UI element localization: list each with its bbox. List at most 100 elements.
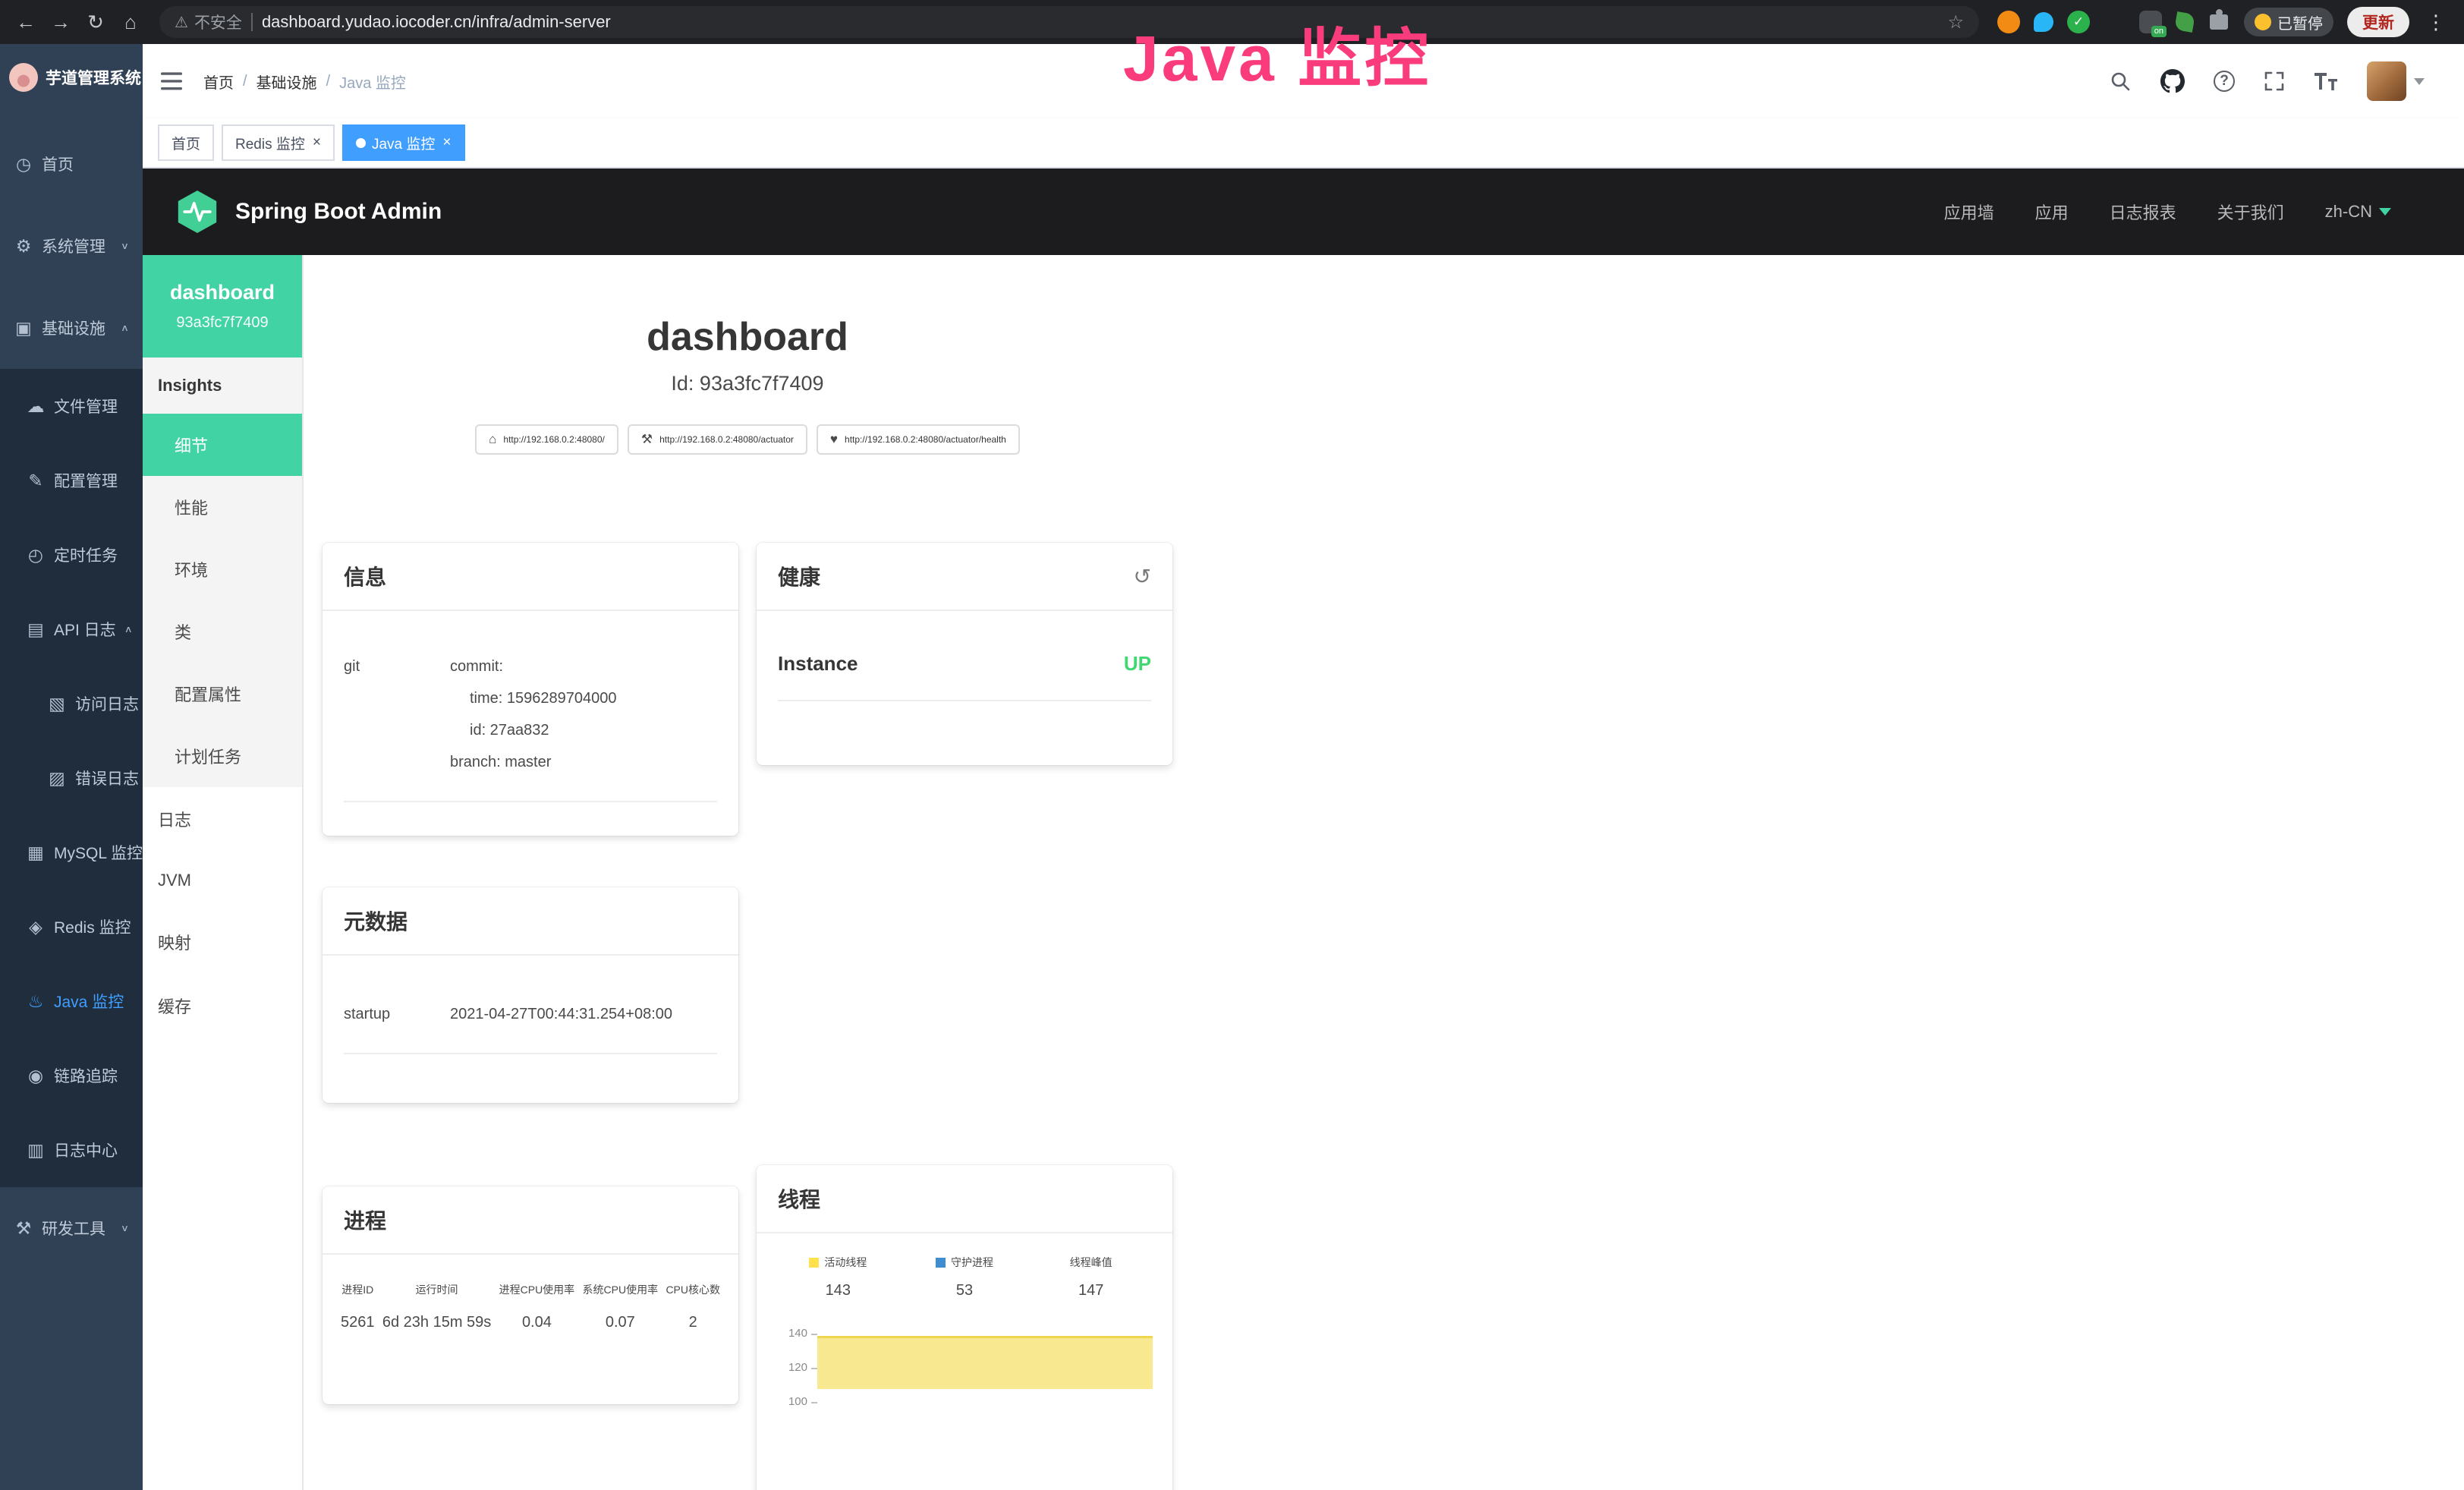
- chevron-down-icon: ∨: [121, 1223, 129, 1233]
- reload-icon[interactable]: ↻: [80, 7, 111, 37]
- admin-sidebar: 芋道管理系统 ◷ 首页 ⚙ 系统管理 ∨ ▣ 基础设施 ∧ ☁ 文件管理: [0, 44, 143, 1490]
- forward-icon[interactable]: →: [46, 7, 76, 37]
- sidebar-item-system[interactable]: ⚙ 系统管理 ∨: [0, 205, 143, 287]
- logo-avatar: [9, 63, 38, 92]
- sba-sidebar-item-metrics[interactable]: 性能: [143, 476, 302, 538]
- instance-title: dashboard: [323, 314, 1172, 360]
- sba-navbar: Spring Boot Admin 应用墙 应用 日志报表 关于我们 zh-CN: [143, 169, 2464, 255]
- breadcrumb-current: Java 监控: [339, 71, 406, 93]
- extension-icon[interactable]: [2174, 11, 2195, 33]
- security-chip[interactable]: ⚠ 不安全: [175, 11, 242, 33]
- card-title: 线程: [778, 1183, 820, 1214]
- breadcrumb-home[interactable]: 首页: [203, 71, 234, 93]
- trace-icon: ◉: [26, 1066, 46, 1086]
- user-menu[interactable]: [2367, 61, 2425, 101]
- address-bar[interactable]: ⚠ 不安全 dashboard.yudao.iocoder.cn/infra/a…: [159, 6, 1979, 38]
- sba-sidebar-item-logs[interactable]: 日志: [143, 787, 302, 851]
- paused-extension-pill[interactable]: 已暂停: [2244, 8, 2333, 36]
- metadata-card: 元数据 startup 2021-04-27T00:44:31.254+08:0…: [323, 887, 738, 1103]
- health-card: 健康 ↺ Instance UP: [757, 543, 1172, 765]
- sba-sidebar-item-scheduled-tasks[interactable]: 计划任务: [143, 725, 302, 787]
- sidebar-item-log-center[interactable]: ▥ 日志中心: [0, 1113, 143, 1187]
- stat-header: 系统CPU使用率: [583, 1282, 659, 1297]
- back-icon[interactable]: ←: [11, 7, 41, 37]
- instance-health-link[interactable]: ♥ http://192.168.0.2:48080/actuator/heal…: [817, 424, 1020, 455]
- instance-actuator-link[interactable]: ⚒ http://192.168.0.2:48080/actuator: [628, 424, 807, 455]
- threads-legend: 活动线程 143 守护进程: [775, 1233, 1154, 1299]
- help-icon[interactable]: ?: [2214, 71, 2235, 92]
- sidebar-item-config-management[interactable]: ✎ 配置管理: [0, 443, 143, 518]
- sidebar-item-redis-monitor[interactable]: ◈ Redis 监控: [0, 890, 143, 964]
- instance-header[interactable]: dashboard 93a3fc7f7409: [143, 255, 302, 358]
- sidebar-item-tracing[interactable]: ◉ 链路追踪: [0, 1038, 143, 1113]
- chevron-down-icon: [2414, 78, 2425, 85]
- sba-sidebar-item-configprops[interactable]: 配置属性: [143, 663, 302, 725]
- main-area: 首页 / 基础设施 / Java 监控 ?: [143, 44, 2464, 1490]
- sidebar-item-devtools[interactable]: ⚒ 研发工具 ∨: [0, 1187, 143, 1269]
- app-logo[interactable]: 芋道管理系统: [0, 44, 143, 111]
- sidebar-item-java-monitor[interactable]: ♨ Java 监控: [0, 964, 143, 1038]
- card-title: 信息: [344, 561, 386, 591]
- tools-icon: ⚒: [14, 1218, 33, 1239]
- extension-icon[interactable]: on: [2139, 11, 2162, 33]
- app-layout: 芋道管理系统 ◷ 首页 ⚙ 系统管理 ∨ ▣ 基础设施 ∧ ☁ 文件管理: [0, 44, 2464, 1490]
- bookmark-star-icon[interactable]: ☆: [1947, 11, 1964, 33]
- browser-home-icon[interactable]: ⌂: [115, 7, 146, 37]
- extensions-puzzle-icon[interactable]: [2208, 11, 2230, 33]
- sba-sidebar-item-classes[interactable]: 类: [143, 600, 302, 663]
- sba-sidebar-item-environment[interactable]: 环境: [143, 538, 302, 600]
- tab-java-monitor[interactable]: Java 监控 ×: [342, 124, 465, 161]
- sidebar-item-error-logs[interactable]: ▨ 错误日志: [0, 741, 143, 815]
- font-size-icon[interactable]: [2314, 71, 2338, 91]
- sba-nav-applications[interactable]: 应用: [2035, 200, 2069, 224]
- sba-sidebar-item-caches[interactable]: 缓存: [143, 974, 302, 1038]
- locale-selector[interactable]: zh-CN: [2325, 202, 2391, 222]
- sidebar-item-label: 配置管理: [54, 469, 118, 492]
- legend-value: 147: [1027, 1282, 1154, 1299]
- breadcrumb-infra[interactable]: 基础设施: [256, 71, 317, 93]
- legend-live-threads: 活动线程 143: [775, 1255, 902, 1299]
- sidebar-item-access-logs[interactable]: ▧ 访问日志: [0, 666, 143, 741]
- extension-icon[interactable]: [1997, 11, 2020, 33]
- sba-sidebar-item-jvm[interactable]: JVM: [143, 851, 302, 910]
- history-icon[interactable]: ↺: [1134, 564, 1151, 589]
- error-log-icon: ▨: [47, 768, 67, 789]
- close-icon[interactable]: ×: [313, 134, 321, 151]
- extension-icon[interactable]: [2034, 12, 2053, 32]
- sidebar-item-api-logs[interactable]: ▤ API 日志 ∧: [0, 592, 143, 666]
- sidebar-item-infra[interactable]: ▣ 基础设施 ∧: [0, 287, 143, 369]
- search-icon[interactable]: [2109, 70, 2132, 93]
- sba-nav-about[interactable]: 关于我们: [2217, 200, 2284, 224]
- stat-header: CPU核心数: [666, 1282, 720, 1297]
- tags-view: 首页 Redis 监控 × Java 监控 ×: [143, 118, 2464, 169]
- sba-sidebar-item-details[interactable]: 细节: [143, 414, 302, 476]
- sba-nav-wallboard[interactable]: 应用墙: [1944, 200, 1994, 224]
- tab-label: 首页: [172, 133, 200, 153]
- tab-redis-monitor[interactable]: Redis 监控 ×: [222, 124, 335, 161]
- instance-home-link[interactable]: ⌂ http://192.168.0.2:48080/: [475, 424, 618, 455]
- sba-content: dashboard Id: 93a3fc7f7409 ⌂ http://192.…: [304, 255, 2464, 1490]
- hamburger-icon[interactable]: [161, 72, 182, 90]
- chrome-menu-icon[interactable]: ⋮: [2423, 11, 2449, 34]
- extension-icon[interactable]: ✓: [2067, 11, 2090, 33]
- spring-boot-admin-logo-icon[interactable]: [176, 188, 219, 235]
- extension-icon[interactable]: [2104, 11, 2126, 33]
- sidebar-item-mysql-monitor[interactable]: ▦ MySQL 监控: [0, 815, 143, 890]
- info-line: commit:: [450, 650, 617, 682]
- sidebar-item-file-management[interactable]: ☁ 文件管理: [0, 369, 143, 443]
- sidebar-item-home[interactable]: ◷ 首页: [0, 123, 143, 205]
- github-icon[interactable]: [2160, 69, 2185, 93]
- stat-system-cpu: 系统CPU使用率 0.07: [583, 1282, 659, 1331]
- tab-home[interactable]: 首页: [158, 124, 214, 161]
- sba-nav-journal[interactable]: 日志报表: [2110, 200, 2176, 224]
- url-text[interactable]: dashboard.yudao.iocoder.cn/infra/admin-s…: [262, 12, 1939, 32]
- fullscreen-icon[interactable]: [2264, 71, 2285, 92]
- close-icon[interactable]: ×: [442, 134, 451, 151]
- sba-sidebar-item-mappings[interactable]: 映射: [143, 910, 302, 974]
- sidebar-item-label: 访问日志: [75, 692, 139, 715]
- security-label: 不安全: [194, 11, 242, 33]
- sidebar-menu: ◷ 首页 ⚙ 系统管理 ∨ ▣ 基础设施 ∧ ☁ 文件管理 ✎ 配置管: [0, 111, 143, 1269]
- chrome-update-button[interactable]: 更新: [2347, 7, 2409, 37]
- sba-brand[interactable]: Spring Boot Admin: [235, 199, 442, 225]
- sidebar-item-scheduled-jobs[interactable]: ◴ 定时任务: [0, 518, 143, 592]
